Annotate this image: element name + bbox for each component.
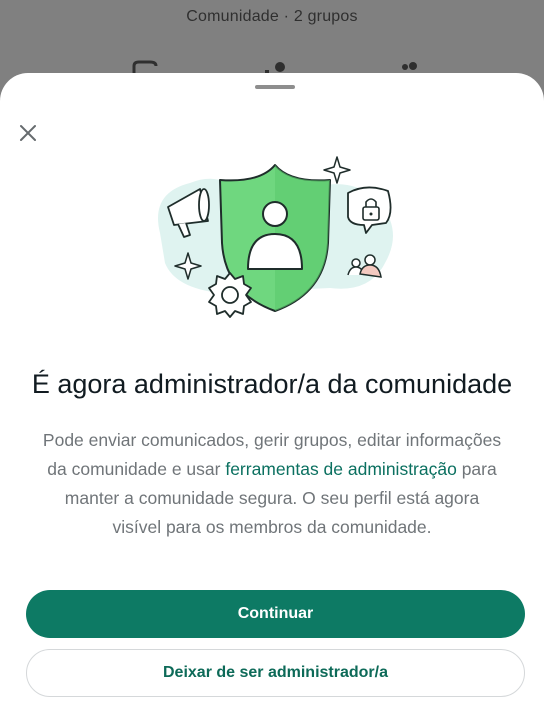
group-icon xyxy=(402,62,417,70)
dialog-description: Pode enviar comunicados, gerir grupos, e… xyxy=(40,426,504,542)
close-icon xyxy=(20,125,36,141)
admin-shield-illustration xyxy=(158,156,393,318)
stop-being-admin-button[interactable]: Deixar de ser administrador/a xyxy=(26,649,525,697)
community-icon xyxy=(132,60,158,74)
drag-handle[interactable] xyxy=(255,85,295,89)
dialog-title: É agora administrador/a da comunidade xyxy=(31,369,513,399)
continue-button[interactable]: Continuar xyxy=(26,590,525,638)
bottom-sheet: É agora administrador/a da comunidade Po… xyxy=(0,73,544,727)
close-button[interactable] xyxy=(14,119,42,147)
admin-tools-link[interactable]: ferramentas de administração xyxy=(225,459,457,479)
sparkle-icon xyxy=(323,156,351,184)
background-tab-icons xyxy=(0,60,544,74)
person-icon xyxy=(265,62,285,74)
community-subtitle: Comunidade · 2 grupos xyxy=(186,8,358,25)
